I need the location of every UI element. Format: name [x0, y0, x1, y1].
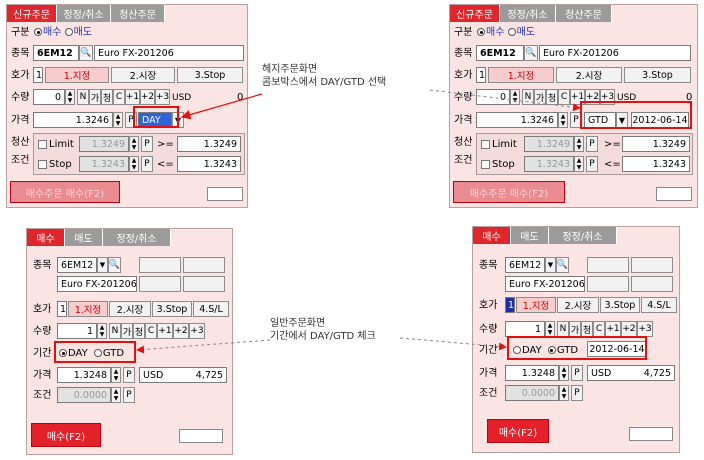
- connector-normal-left: [136, 339, 271, 354]
- connector-hedge-left: [180, 93, 263, 120]
- connector-normal-right: [399, 337, 507, 351]
- connector-lines: [136, 89, 581, 354]
- connector-hedge-right: [429, 89, 581, 112]
